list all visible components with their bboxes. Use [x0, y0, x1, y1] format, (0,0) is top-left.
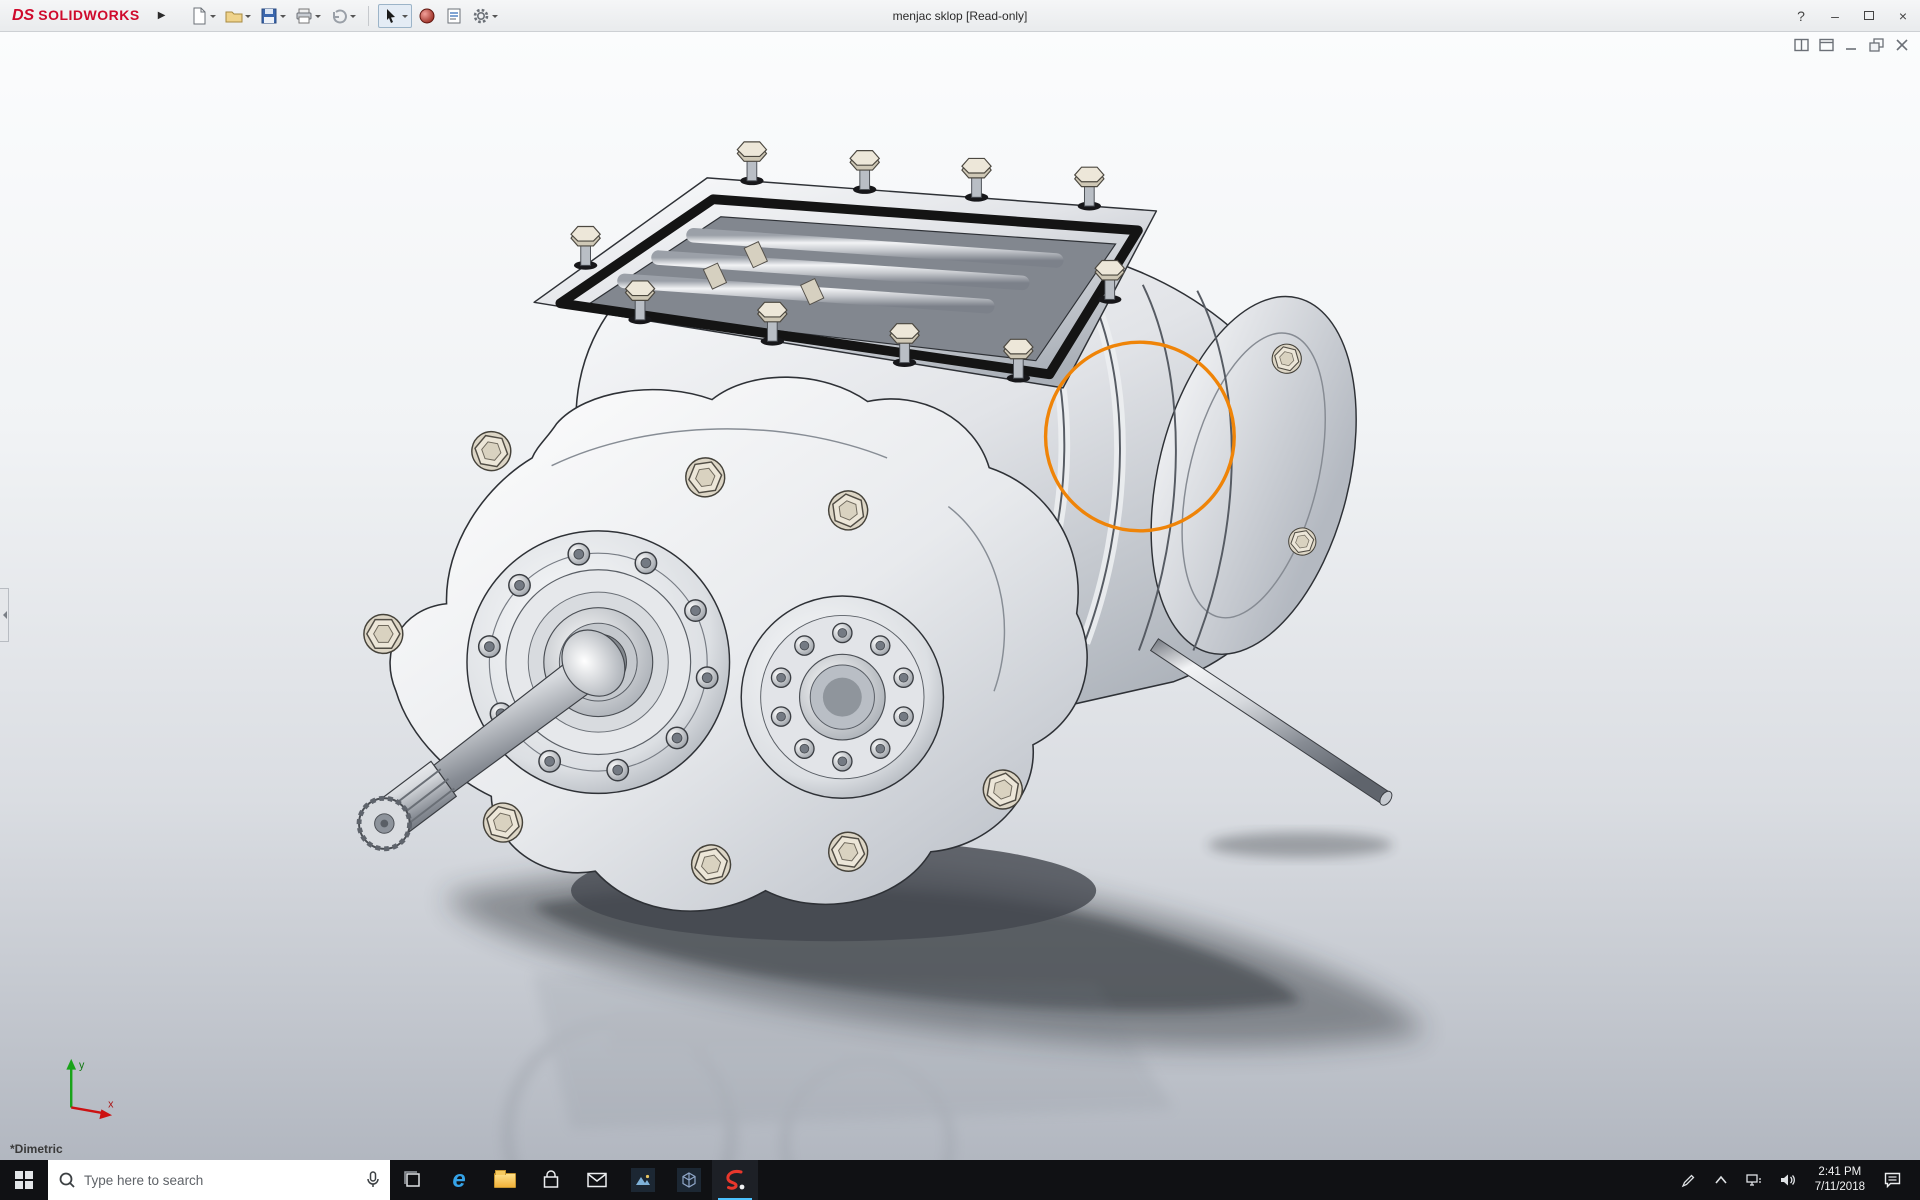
windows-logo-icon — [15, 1171, 33, 1189]
front-plate — [363, 376, 1088, 912]
split-view-icon[interactable] — [1794, 38, 1810, 52]
pen-tray-button[interactable] — [1674, 1160, 1703, 1200]
clock-date: 7/11/2018 — [1814, 1181, 1865, 1193]
open-folder-icon — [225, 11, 243, 22]
edge-button[interactable]: e — [436, 1160, 482, 1200]
brand-wordmark: SOLIDWORKS — [38, 6, 140, 23]
app-titlebar: DS SOLIDWORKS ▶ menjac sklop [Read-only]… — [0, 0, 1920, 32]
model-reflection — [502, 973, 1174, 1160]
flyout-menu-arrow-icon[interactable]: ▶ — [150, 6, 174, 25]
save-icon — [261, 8, 277, 23]
solidworks-logo: DS SOLIDWORKS — [0, 7, 150, 25]
appearance-sphere-icon — [419, 8, 435, 23]
mail-envelope-icon — [587, 1172, 607, 1188]
file-properties-icon — [447, 8, 461, 23]
start-button[interactable] — [0, 1160, 48, 1200]
dropdown-arrow[interactable] — [210, 14, 217, 21]
action-center-button[interactable] — [1877, 1160, 1908, 1200]
help-button[interactable]: ? — [1784, 0, 1818, 32]
select-tool-button[interactable] — [378, 3, 413, 28]
output-shaft — [1149, 638, 1393, 806]
notification-icon — [1884, 1172, 1901, 1188]
x-axis-label: x — [108, 1098, 114, 1110]
network-icon — [1746, 1174, 1761, 1186]
output-flange — [740, 595, 945, 799]
options-button[interactable] — [469, 4, 501, 28]
maximize-button[interactable] — [1852, 0, 1886, 32]
dropdown-arrow[interactable] — [315, 14, 322, 21]
solidworks-app-button[interactable] — [712, 1160, 758, 1200]
select-cursor-icon — [387, 8, 396, 23]
dropdown-arrow[interactable] — [492, 14, 499, 21]
appearances-button[interactable] — [415, 4, 439, 28]
tray-overflow-button[interactable] — [1707, 1160, 1735, 1200]
graphics-viewport[interactable]: y x *Dimetric — [0, 32, 1920, 1160]
doc-restore-icon[interactable] — [1869, 38, 1885, 52]
new-document-icon — [193, 7, 206, 24]
gear-icon — [474, 8, 489, 23]
solidworks-app-icon — [726, 1170, 745, 1190]
print-icon — [296, 8, 312, 23]
dropdown-arrow[interactable] — [280, 14, 287, 21]
system-tray: 2:41 PM 7/11/2018 — [1674, 1160, 1920, 1200]
window-controls: ? – × — [1784, 0, 1920, 32]
undo-icon — [333, 9, 348, 23]
pen-icon — [1681, 1174, 1695, 1187]
ds-logo-icon: DS — [12, 6, 35, 24]
store-bag-icon — [543, 1170, 559, 1188]
open-button[interactable] — [222, 4, 254, 28]
document-window-controls — [1794, 38, 1910, 52]
toolbar-separator — [368, 5, 370, 26]
undo-button[interactable] — [327, 4, 359, 28]
reference-triad: y x — [66, 1058, 114, 1120]
close-button[interactable]: × — [1886, 0, 1920, 32]
search-icon — [59, 1172, 75, 1188]
cube-app-button[interactable] — [666, 1160, 712, 1200]
new-window-icon[interactable] — [1819, 38, 1835, 52]
task-view-icon — [404, 1171, 420, 1187]
dropdown-arrow[interactable] — [245, 14, 252, 21]
volume-icon — [1780, 1174, 1795, 1186]
doc-close-icon[interactable] — [1894, 38, 1910, 52]
print-button[interactable] — [292, 4, 324, 28]
taskbar-search[interactable] — [48, 1160, 390, 1200]
file-explorer-button[interactable] — [482, 1160, 528, 1200]
document-title: menjac sklop [Read-only] — [892, 8, 1028, 23]
search-input[interactable] — [84, 1172, 358, 1188]
network-tray-button[interactable] — [1739, 1160, 1769, 1200]
save-button[interactable] — [257, 4, 289, 28]
dropdown-arrow[interactable] — [402, 14, 409, 21]
windows-taskbar: e — [0, 1160, 1920, 1200]
gearbox-model: y x — [66, 141, 1425, 1160]
maximize-icon — [1864, 11, 1874, 20]
main-toolbar — [187, 3, 501, 28]
doc-minimize-icon[interactable] — [1844, 38, 1860, 52]
view-orientation-label: *Dimetric — [10, 1142, 63, 1156]
y-axis-arrow — [66, 1058, 77, 1070]
clock-time: 2:41 PM — [1818, 1166, 1862, 1179]
photos-app-icon — [631, 1168, 655, 1192]
minimize-button[interactable]: – — [1818, 0, 1852, 32]
cube-app-icon — [677, 1168, 701, 1192]
volume-tray-button[interactable] — [1773, 1160, 1803, 1200]
dropdown-arrow[interactable] — [350, 14, 357, 21]
x-axis-arrow — [99, 1109, 113, 1120]
chevron-up-icon — [1715, 1175, 1727, 1184]
file-explorer-icon — [494, 1169, 516, 1188]
taskbar-clock[interactable]: 2:41 PM 7/11/2018 — [1807, 1160, 1873, 1200]
y-axis-label: y — [79, 1060, 85, 1072]
file-properties-button[interactable] — [442, 4, 466, 28]
microphone-icon[interactable] — [366, 1171, 380, 1189]
edge-icon: e — [452, 1166, 466, 1193]
mail-button[interactable] — [574, 1160, 620, 1200]
task-view-button[interactable] — [390, 1160, 436, 1200]
photos-app-button[interactable] — [620, 1160, 666, 1200]
store-button[interactable] — [528, 1160, 574, 1200]
new-document-button[interactable] — [187, 4, 219, 28]
